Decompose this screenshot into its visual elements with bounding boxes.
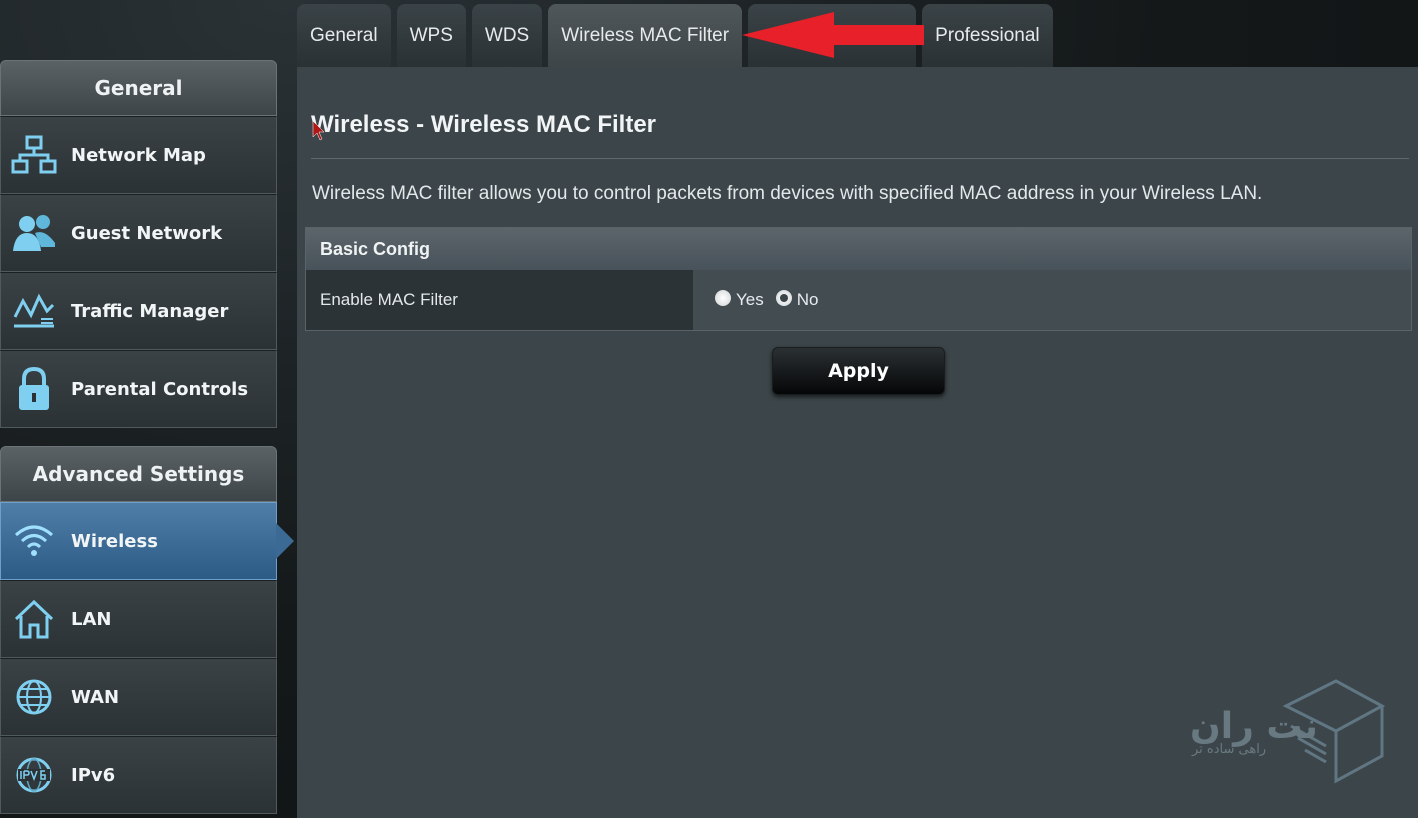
page-title: Wireless - Wireless MAC Filter — [311, 111, 657, 138]
enable-mac-filter-label: Enable MAC Filter — [306, 270, 693, 330]
globe-icon — [7, 670, 61, 724]
tab-bar: General WPS WDS Wireless MAC Filter Prof… — [297, 4, 1053, 68]
sidebar-item-guest-network[interactable]: Guest Network — [0, 194, 277, 272]
sidebar-item-parental-controls[interactable]: Parental Controls — [0, 350, 277, 428]
basic-config-table: Basic Config Enable MAC Filter Yes No — [305, 227, 1412, 331]
tab-general[interactable]: General — [297, 4, 391, 68]
sidebar-item-label: IPv6 — [71, 764, 116, 786]
tab-wireless-mac-filter[interactable]: Wireless MAC Filter — [548, 4, 743, 68]
option-yes[interactable]: Yes — [715, 290, 764, 310]
sidebar-item-label: Parental Controls — [71, 378, 249, 400]
title-divider — [311, 158, 1409, 159]
sidebar: General Network Map Guest Network Traffi… — [0, 60, 294, 814]
sidebar-item-label: Wireless — [71, 530, 158, 552]
config-row-enable-mac-filter: Enable MAC Filter Yes No — [306, 270, 1411, 330]
tab-professional[interactable]: Professional — [922, 4, 1053, 68]
watermark-text: نت ران — [1190, 706, 1318, 747]
traffic-manager-icon — [7, 284, 61, 338]
sidebar-general-header: General — [0, 60, 277, 116]
sidebar-item-wan[interactable]: WAN — [0, 658, 277, 736]
ipv6-icon — [7, 748, 61, 802]
sidebar-item-label: WAN — [71, 686, 120, 708]
sidebar-item-ipv6[interactable]: IPv6 — [0, 736, 277, 814]
mouse-cursor-icon — [312, 120, 325, 141]
apply-button[interactable]: Apply — [772, 347, 945, 395]
option-no[interactable]: No — [775, 290, 819, 310]
page-description: Wireless MAC filter allows you to contro… — [312, 183, 1263, 204]
watermark-subtext: راهی ساده تر — [1192, 742, 1267, 757]
radio-no[interactable] — [775, 290, 792, 306]
section-header: Basic Config — [306, 228, 1411, 270]
lock-icon — [7, 362, 61, 416]
sidebar-advanced-header: Advanced Settings — [0, 446, 277, 502]
watermark-logo: نت ران راهی ساده تر — [1186, 676, 1386, 786]
radio-yes[interactable] — [715, 290, 731, 306]
option-yes-label: Yes — [736, 290, 764, 309]
guest-network-icon — [7, 206, 61, 260]
sidebar-item-traffic-manager[interactable]: Traffic Manager — [0, 272, 277, 350]
sidebar-item-wireless[interactable]: Wireless — [0, 502, 294, 580]
red-arrow-annotation — [742, 12, 924, 58]
sidebar-item-label: Traffic Manager — [71, 300, 229, 322]
sidebar-item-network-map[interactable]: Network Map — [0, 116, 277, 194]
option-no-label: No — [796, 290, 819, 309]
home-icon — [7, 592, 61, 646]
network-map-icon — [7, 128, 61, 182]
enable-mac-filter-options: Yes No — [693, 270, 1411, 330]
tab-wps[interactable]: WPS — [396, 4, 466, 68]
sidebar-item-label: Guest Network — [71, 222, 223, 244]
sidebar-item-label: Network Map — [71, 144, 206, 166]
wifi-icon — [7, 514, 61, 568]
sidebar-item-lan[interactable]: LAN — [0, 580, 277, 658]
tab-wds[interactable]: WDS — [471, 4, 543, 68]
sidebar-item-label: LAN — [71, 608, 112, 630]
